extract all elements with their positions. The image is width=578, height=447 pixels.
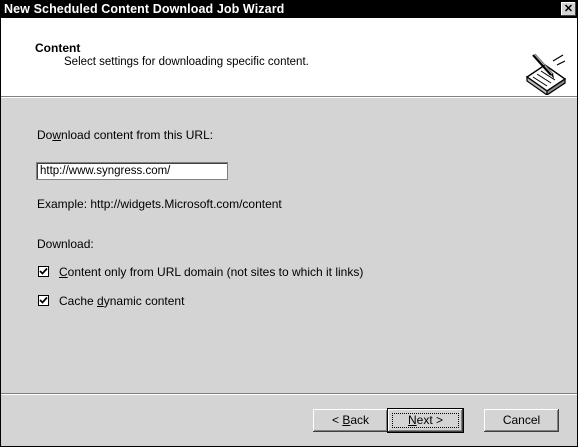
page-subtitle: Select settings for downloading specific… [64,56,309,68]
domain-only-label[interactable]: Content only from URL domain (not sites … [59,265,363,279]
page-title: Content [35,41,81,55]
checkmark-icon [39,267,48,275]
url-input[interactable] [37,163,227,179]
download-label: Download: [37,237,94,251]
footer-divider [1,393,577,395]
example-text: Example: http://widgets.Microsoft.com/co… [37,197,282,211]
wizard-header: Content Select settings for downloading … [1,18,577,98]
cancel-button[interactable]: Cancel [484,409,559,432]
domain-only-checkbox[interactable] [38,266,49,277]
close-button[interactable]: ✕ [561,2,576,16]
cache-dynamic-label[interactable]: Cache dynamic content [59,294,184,308]
close-icon: ✕ [563,3,574,15]
back-button[interactable]: < Back [313,409,388,432]
focus-rect [392,413,459,428]
url-label: Download content from this URL: [37,128,214,142]
title-bar[interactable]: New Scheduled Content Download Job Wizar… [1,1,577,18]
wizard-window: New Scheduled Content Download Job Wizar… [0,0,578,447]
checkmark-icon [39,296,48,304]
next-button[interactable]: Next > [388,409,463,432]
window-title: New Scheduled Content Download Job Wizar… [4,2,285,16]
wizard-document-icon [525,53,567,95]
cache-dynamic-checkbox[interactable] [38,295,49,306]
